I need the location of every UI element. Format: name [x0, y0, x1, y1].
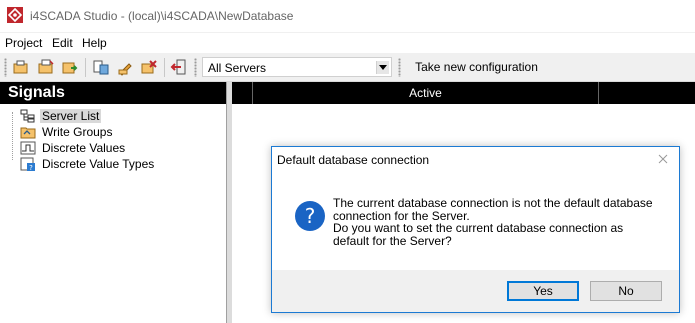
new-database-icon[interactable]	[12, 58, 30, 76]
question-icon: ?	[295, 201, 325, 231]
edit-icon[interactable]	[117, 58, 135, 76]
tree-connector	[12, 112, 13, 160]
tree-item-write-groups[interactable]: Write Groups	[20, 124, 220, 140]
title-bar: i4SCADA Studio - (local)\i4SCADA\NewData…	[0, 0, 695, 32]
server-filter-select[interactable]: All Servers	[202, 57, 392, 77]
menu-help[interactable]: Help	[82, 36, 107, 50]
delete-icon[interactable]	[140, 58, 158, 76]
dropdown-arrow-icon[interactable]	[376, 61, 389, 74]
i4scada-app-icon	[7, 7, 23, 23]
tree-item-discrete-values[interactable]: Discrete Values	[20, 140, 220, 156]
dialog-message-line: default for the Server?	[333, 233, 452, 248]
signals-panel: Signals Server List Write Groups Discret…	[0, 82, 227, 323]
discrete-values-icon	[20, 141, 36, 155]
tree-item-server-list[interactable]: Server List	[20, 108, 220, 124]
menu-bar: Project Edit Help	[0, 33, 695, 53]
tree-item-label: Write Groups	[42, 125, 113, 139]
toolbar-grip[interactable]	[194, 58, 197, 77]
toolbar-grip[interactable]	[398, 58, 401, 77]
grid-header-active[interactable]: Active	[253, 82, 599, 104]
server-filter-value: All Servers	[208, 61, 267, 75]
grid-header-selector-column[interactable]	[232, 82, 253, 104]
svg-text:?: ?	[29, 164, 33, 171]
write-groups-icon	[20, 127, 36, 139]
dialog-footer: Yes No	[272, 270, 679, 312]
dialog-message-line: Do you want to set the current database …	[333, 221, 624, 235]
grid-header: Active	[232, 82, 695, 104]
exit-icon[interactable]	[170, 58, 188, 76]
import-icon[interactable]	[61, 58, 79, 76]
tree-item-label: Discrete Values	[42, 141, 126, 155]
tree-item-discrete-value-types[interactable]: ? Discrete Value Types	[20, 156, 220, 172]
default-database-dialog: Default database connection ? The curren…	[271, 146, 680, 313]
menu-edit[interactable]: Edit	[52, 36, 73, 50]
server-list-icon	[20, 109, 35, 123]
menu-project[interactable]: Project	[5, 36, 42, 50]
tree-item-label: Discrete Value Types	[42, 157, 155, 171]
close-icon[interactable]	[656, 152, 670, 166]
dialog-title: Default database connection	[277, 153, 430, 167]
take-new-configuration-button[interactable]: Take new configuration	[408, 57, 545, 77]
toolbar-grip[interactable]	[4, 58, 7, 77]
toolbar-separator	[164, 58, 165, 77]
dialog-message-line: The current database connection is not t…	[333, 196, 653, 210]
window-title: i4SCADA Studio - (local)\i4SCADA\NewData…	[30, 9, 294, 23]
yes-button[interactable]: Yes	[507, 281, 579, 301]
signals-header: Signals	[0, 82, 226, 104]
toolbar-separator	[85, 58, 86, 77]
discrete-value-types-icon: ?	[20, 157, 35, 171]
tree-item-label: Server List	[40, 109, 102, 123]
no-button[interactable]: No	[590, 281, 662, 301]
dialog-message: The current database connection is not t…	[333, 197, 663, 247]
open-database-icon[interactable]	[37, 58, 55, 76]
properties-icon[interactable]	[92, 58, 110, 76]
svg-text:?: ?	[305, 204, 316, 228]
